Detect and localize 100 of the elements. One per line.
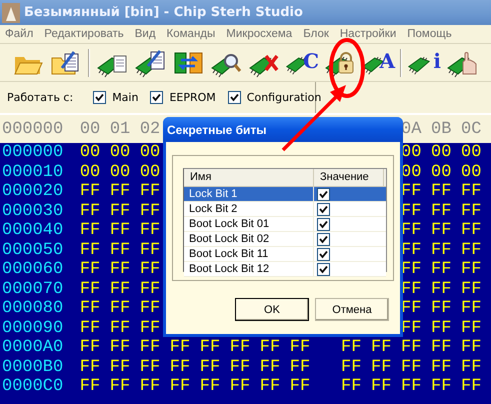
- checkbox[interactable]: [317, 232, 330, 246]
- byte-cell-text: FF: [461, 202, 482, 221]
- checkbox[interactable]: [317, 218, 330, 230]
- byte-cell-text: FF: [140, 260, 162, 280]
- dialog-title: Секретные биты: [167, 122, 266, 136]
- byte-cell-text: FF: [200, 358, 222, 377]
- bit-name: Boot Lock Bit 12: [184, 262, 314, 276]
- toolbar-button[interactable]: C: [284, 48, 320, 78]
- byte-cell-text: FF: [461, 221, 482, 240]
- checkbox[interactable]: [317, 202, 330, 216]
- byte-cell-text: FF: [140, 182, 162, 202]
- menu-item[interactable]: Микросхема: [226, 28, 292, 40]
- byte-cell-text: FF: [110, 358, 132, 377]
- checkbox[interactable]: [150, 91, 164, 104]
- byte-cell-text: FF: [110, 260, 132, 280]
- menu-item[interactable]: Файл: [5, 28, 34, 40]
- table-row[interactable]: Boot Lock Bit 12: [184, 262, 386, 277]
- byte-cell-text: FF: [80, 338, 102, 358]
- bit-name: Lock Bit 1: [184, 187, 314, 201]
- byte-cell-text: FF: [110, 182, 132, 202]
- byte-cell-text: FF: [80, 318, 102, 338]
- bit-name: Boot Lock Bit 02: [184, 232, 314, 246]
- byte-cell-text: FF: [461, 318, 482, 338]
- byte-cell-text: FF: [431, 260, 452, 280]
- checkbox[interactable]: [317, 188, 330, 200]
- menu-item[interactable]: Редактировать: [44, 28, 124, 40]
- byte-cell-text: FF: [80, 202, 102, 221]
- address-cell-text: 0000B0: [1, 358, 64, 377]
- byte-cell-text: FF: [110, 202, 132, 221]
- byte-cell-text: FF: [461, 338, 482, 358]
- menu-item[interactable]: Настройки: [340, 28, 396, 40]
- byte-cell-text: FF: [461, 240, 482, 260]
- byte-cell-text: FF: [371, 358, 392, 377]
- byte-cell-text: FF: [431, 338, 452, 358]
- byte-cell-text: FF: [140, 280, 162, 299]
- byte-cell-text: FF: [80, 299, 102, 318]
- table-row[interactable]: Boot Lock Bit 11: [184, 247, 386, 262]
- byte-cell-text: FF: [230, 358, 252, 377]
- address-cell-text: 0000A0: [1, 338, 64, 358]
- column-header[interactable]: Значение: [314, 169, 384, 186]
- dialog-button[interactable]: Отмена: [315, 298, 389, 321]
- column-header: 00: [80, 120, 102, 138]
- address-cell-text: 000030: [1, 202, 64, 221]
- toolbar-button[interactable]: A: [360, 48, 396, 78]
- byte-cell-text: FF: [431, 280, 452, 299]
- byte-cell-text: FF: [200, 377, 222, 396]
- checkbox[interactable]: [317, 248, 330, 260]
- byte-cell-text: FF: [170, 338, 192, 358]
- menu-item[interactable]: Команды: [166, 28, 216, 40]
- menu-item[interactable]: Вид: [134, 28, 156, 40]
- byte-cell-text: FF: [260, 338, 282, 358]
- byte-cell-text: FF: [110, 221, 132, 240]
- byte-cell-text: FF: [230, 338, 252, 358]
- byte-cell-text: FF: [110, 338, 132, 358]
- byte-cell-text: FF: [140, 318, 162, 338]
- byte-cell-text: FF: [140, 358, 162, 377]
- toolbar-button[interactable]: i: [406, 48, 442, 78]
- menu-item[interactable]: Блок: [303, 28, 329, 40]
- byte-cell-text: FF: [200, 338, 222, 358]
- byte-cell-text: 00: [140, 162, 162, 182]
- checkbox[interactable]: [93, 91, 106, 104]
- table-row[interactable]: Lock Bit 1: [184, 187, 386, 202]
- byte-cell-text: FF: [110, 318, 132, 338]
- byte-cell-text: FF: [461, 280, 482, 299]
- dialog-button[interactable]: OK: [235, 298, 309, 321]
- table-row[interactable]: Lock Bit 2: [184, 202, 386, 217]
- byte-cell-text: FF: [290, 377, 312, 396]
- window-title: Безымянный [bin] - Chip Sterh Studio: [24, 5, 303, 20]
- byte-cell-text: FF: [401, 338, 422, 358]
- checkbox[interactable]: [228, 91, 241, 104]
- byte-cell-text: 00: [80, 143, 102, 162]
- byte-cell-text: FF: [140, 221, 162, 240]
- bit-name: Lock Bit 2: [184, 202, 314, 216]
- byte-cell-text: FF: [401, 358, 422, 377]
- checkbox-label: EEPROM: [169, 91, 216, 104]
- byte-cell-text: FF: [260, 377, 282, 396]
- byte-cell-text: FF: [461, 182, 482, 202]
- byte-cell-text: FF: [461, 299, 482, 318]
- byte-cell-text: FF: [230, 377, 252, 396]
- byte-cell-text: FF: [401, 377, 422, 396]
- byte-cell-text: FF: [371, 338, 392, 358]
- byte-cell-text: FF: [431, 299, 452, 318]
- byte-cell-text: FF: [110, 299, 132, 318]
- checkbox-label: Main: [112, 91, 138, 104]
- table-row[interactable]: Boot Lock Bit 01: [184, 217, 386, 232]
- table-row[interactable]: Boot Lock Bit 02: [184, 232, 386, 247]
- byte-cell-text: FF: [290, 338, 312, 358]
- byte-cell-text: FF: [461, 260, 482, 280]
- byte-cell-text: FF: [140, 240, 162, 260]
- menu-item[interactable]: Помощь: [407, 28, 452, 40]
- byte-cell-text: FF: [431, 358, 452, 377]
- column-header[interactable]: Имя: [184, 169, 314, 186]
- byte-cell-text: FF: [140, 377, 162, 396]
- byte-cell-text: FF: [431, 182, 452, 202]
- byte-cell-text: FF: [170, 377, 192, 396]
- byte-cell-text: 00: [461, 143, 482, 162]
- byte-cell-text: FF: [110, 240, 132, 260]
- byte-cell-text: FF: [140, 299, 162, 318]
- checkbox[interactable]: [317, 262, 330, 276]
- byte-cell-text: 00: [461, 162, 482, 182]
